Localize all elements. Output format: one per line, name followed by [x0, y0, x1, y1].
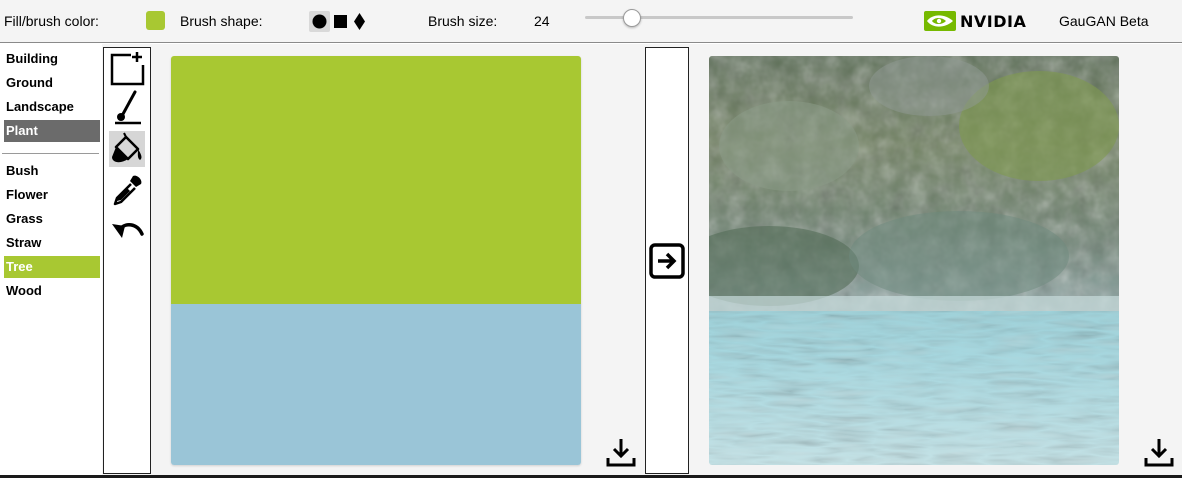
brush-shape-circle[interactable] — [309, 11, 330, 32]
arrow-right-box-icon — [649, 243, 685, 279]
brush-icon — [115, 90, 141, 125]
label-list: Building Ground Landscape Plant Bush Flo… — [0, 44, 102, 476]
label-bush[interactable]: Bush — [4, 160, 100, 182]
category-plant[interactable]: Plant — [4, 120, 100, 142]
undo-button[interactable] — [109, 212, 145, 248]
label-flower[interactable]: Flower — [4, 184, 100, 206]
new-canvas-button[interactable] — [109, 50, 145, 86]
generate-button[interactable] — [649, 243, 685, 279]
brush-size-value: 24 — [534, 13, 550, 29]
square-icon — [334, 15, 347, 28]
brush-shape-square[interactable] — [330, 11, 351, 32]
paint-bucket-icon — [112, 132, 142, 163]
nvidia-wordmark: NVIDIA — [960, 11, 1027, 31]
nvidia-logo: NVIDIA — [924, 11, 1026, 31]
label-wood[interactable]: Wood — [4, 280, 100, 302]
brush-button[interactable] — [109, 90, 145, 126]
brush-shape-label: Brush shape: — [180, 13, 263, 29]
tool-column — [103, 47, 151, 474]
brush-size-slider-thumb[interactable] — [622, 9, 641, 27]
download-output-button[interactable] — [1143, 436, 1175, 468]
fill-color-swatch[interactable] — [146, 11, 165, 30]
download-segmentation-button[interactable] — [605, 436, 637, 468]
label-straw[interactable]: Straw — [4, 232, 100, 254]
segmentation-region-tree — [171, 56, 581, 304]
generated-landscape-image — [709, 56, 1119, 465]
eyedropper-button[interactable] — [109, 172, 145, 208]
label-grass[interactable]: Grass — [4, 208, 100, 230]
category-landscape[interactable]: Landscape — [4, 96, 100, 118]
category-building[interactable]: Building — [4, 48, 100, 70]
app-title: GauGAN Beta — [1059, 13, 1149, 29]
label-tree[interactable]: Tree — [4, 256, 100, 278]
brush-shape-diamond[interactable] — [351, 11, 367, 32]
circle-icon — [312, 14, 327, 29]
new-canvas-icon — [110, 52, 145, 86]
segmentation-canvas[interactable] — [171, 56, 581, 465]
label-list-divider — [2, 153, 99, 154]
diamond-icon — [353, 13, 365, 30]
generated-output-image — [709, 56, 1119, 465]
nvidia-eye-icon — [924, 11, 956, 31]
brush-shape-group — [309, 11, 367, 32]
paint-bucket-button[interactable] — [109, 131, 145, 167]
download-icon — [606, 439, 636, 467]
workspace: Building Ground Landscape Plant Bush Flo… — [0, 44, 1182, 476]
eyedropper-icon — [113, 175, 142, 206]
fill-color-label: Fill/brush color: — [4, 13, 99, 29]
toolbar: Fill/brush color: Brush shape: Brush siz… — [0, 0, 1182, 43]
category-ground[interactable]: Ground — [4, 72, 100, 94]
undo-icon — [112, 223, 144, 238]
generate-column — [645, 47, 689, 474]
download-icon — [1144, 439, 1174, 467]
brush-size-label: Brush size: — [428, 13, 498, 29]
segmentation-region-water — [171, 304, 581, 465]
